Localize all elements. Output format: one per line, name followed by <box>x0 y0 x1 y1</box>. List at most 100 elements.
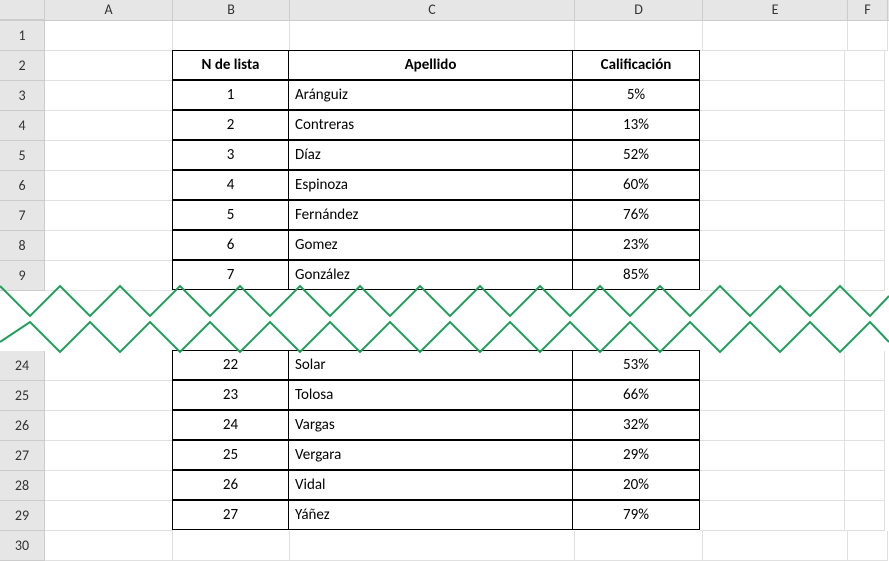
row-header[interactable]: 28 <box>0 471 45 501</box>
cell[interactable] <box>575 21 703 51</box>
cell-num[interactable]: 2 <box>172 110 289 140</box>
column-header[interactable]: F <box>848 0 888 20</box>
cell[interactable] <box>45 441 173 471</box>
row-header[interactable]: 4 <box>0 111 45 141</box>
cell[interactable] <box>290 21 575 51</box>
row-header[interactable]: 2 <box>0 51 45 81</box>
cell-calif[interactable]: 76% <box>572 200 700 230</box>
row-header[interactable]: 27 <box>0 441 45 471</box>
cell[interactable] <box>848 21 888 51</box>
cell[interactable] <box>845 441 885 471</box>
cell-apellido[interactable]: Espinoza <box>288 170 573 200</box>
cell-apellido[interactable]: Vergara <box>288 440 573 470</box>
cell-apellido[interactable]: Díaz <box>288 140 573 170</box>
cell[interactable] <box>848 531 888 561</box>
cell[interactable] <box>845 141 885 171</box>
cell-calif[interactable]: 23% <box>572 230 700 260</box>
row-header[interactable]: 9 <box>0 261 45 291</box>
cell-num[interactable]: 27 <box>172 500 289 530</box>
cell-calif[interactable]: 85% <box>572 260 700 290</box>
row-header[interactable]: 1 <box>0 21 45 51</box>
cell[interactable] <box>45 381 173 411</box>
cell[interactable] <box>845 171 885 201</box>
cell-num[interactable]: 26 <box>172 470 289 500</box>
cell-apellido[interactable]: Vidal <box>288 470 573 500</box>
cell-calif[interactable]: 52% <box>572 140 700 170</box>
cell[interactable] <box>845 51 885 81</box>
cell-num[interactable]: 4 <box>172 170 289 200</box>
column-header[interactable]: C <box>290 0 575 20</box>
cell[interactable] <box>700 441 845 471</box>
row-header[interactable]: 24 <box>0 351 45 381</box>
cell-num[interactable]: 25 <box>172 440 289 470</box>
cell-calif[interactable]: 5% <box>572 80 700 110</box>
cell[interactable] <box>45 171 173 201</box>
cell[interactable] <box>700 111 845 141</box>
cell[interactable] <box>845 231 885 261</box>
cell[interactable] <box>45 231 173 261</box>
cell-num[interactable]: 23 <box>172 380 289 410</box>
cell[interactable] <box>700 471 845 501</box>
cell-num[interactable]: 3 <box>172 140 289 170</box>
cell-num[interactable]: 22 <box>172 350 289 380</box>
cell[interactable] <box>45 471 173 501</box>
cell-calif[interactable]: 79% <box>572 500 700 530</box>
cell[interactable] <box>45 81 173 111</box>
cell[interactable] <box>845 261 885 291</box>
cell[interactable] <box>173 21 290 51</box>
cell[interactable] <box>845 471 885 501</box>
row-header[interactable]: 29 <box>0 501 45 531</box>
cell[interactable] <box>45 201 173 231</box>
cell[interactable] <box>45 21 173 51</box>
cell-num[interactable]: 5 <box>172 200 289 230</box>
cell[interactable] <box>700 171 845 201</box>
cell[interactable] <box>703 21 848 51</box>
cell[interactable] <box>45 351 173 381</box>
cell-num[interactable]: 1 <box>172 80 289 110</box>
cell[interactable] <box>845 351 885 381</box>
cell[interactable] <box>45 411 173 441</box>
cell[interactable] <box>700 261 845 291</box>
cell[interactable] <box>700 81 845 111</box>
cell[interactable] <box>700 231 845 261</box>
cell-apellido[interactable]: Solar <box>288 350 573 380</box>
cell-num[interactable]: 24 <box>172 410 289 440</box>
cell-apellido[interactable]: Fernández <box>288 200 573 230</box>
cell[interactable] <box>173 531 290 561</box>
column-header[interactable]: A <box>45 0 173 20</box>
row-header[interactable]: 8 <box>0 231 45 261</box>
cell[interactable] <box>703 531 848 561</box>
row-header[interactable]: 7 <box>0 201 45 231</box>
cell[interactable] <box>845 201 885 231</box>
cell-apellido[interactable]: Aránguiz <box>288 80 573 110</box>
cell-calif[interactable]: 53% <box>572 350 700 380</box>
cell[interactable] <box>845 81 885 111</box>
cell[interactable] <box>700 141 845 171</box>
cell[interactable] <box>845 501 885 531</box>
select-all-corner[interactable] <box>0 0 45 20</box>
header-calif[interactable]: Calificación <box>572 50 700 80</box>
cell-calif[interactable]: 29% <box>572 440 700 470</box>
cell[interactable] <box>700 411 845 441</box>
cell[interactable] <box>575 531 703 561</box>
cell-num[interactable]: 6 <box>172 230 289 260</box>
cell[interactable] <box>845 381 885 411</box>
cell[interactable] <box>845 111 885 141</box>
column-header[interactable]: D <box>575 0 703 20</box>
cell-apellido[interactable]: Vargas <box>288 410 573 440</box>
cell-calif[interactable]: 20% <box>572 470 700 500</box>
row-header[interactable]: 5 <box>0 141 45 171</box>
header-apellido[interactable]: Apellido <box>288 50 573 80</box>
cell-calif[interactable]: 32% <box>572 410 700 440</box>
cell-calif[interactable]: 66% <box>572 380 700 410</box>
row-header[interactable]: 25 <box>0 381 45 411</box>
cell[interactable] <box>700 201 845 231</box>
cell[interactable] <box>45 51 173 81</box>
cell[interactable] <box>45 261 173 291</box>
cell[interactable] <box>845 411 885 441</box>
cell[interactable] <box>290 531 575 561</box>
cell-apellido[interactable]: González <box>288 260 573 290</box>
cell[interactable] <box>45 501 173 531</box>
row-header[interactable]: 6 <box>0 171 45 201</box>
header-num[interactable]: N de lista <box>172 50 289 80</box>
